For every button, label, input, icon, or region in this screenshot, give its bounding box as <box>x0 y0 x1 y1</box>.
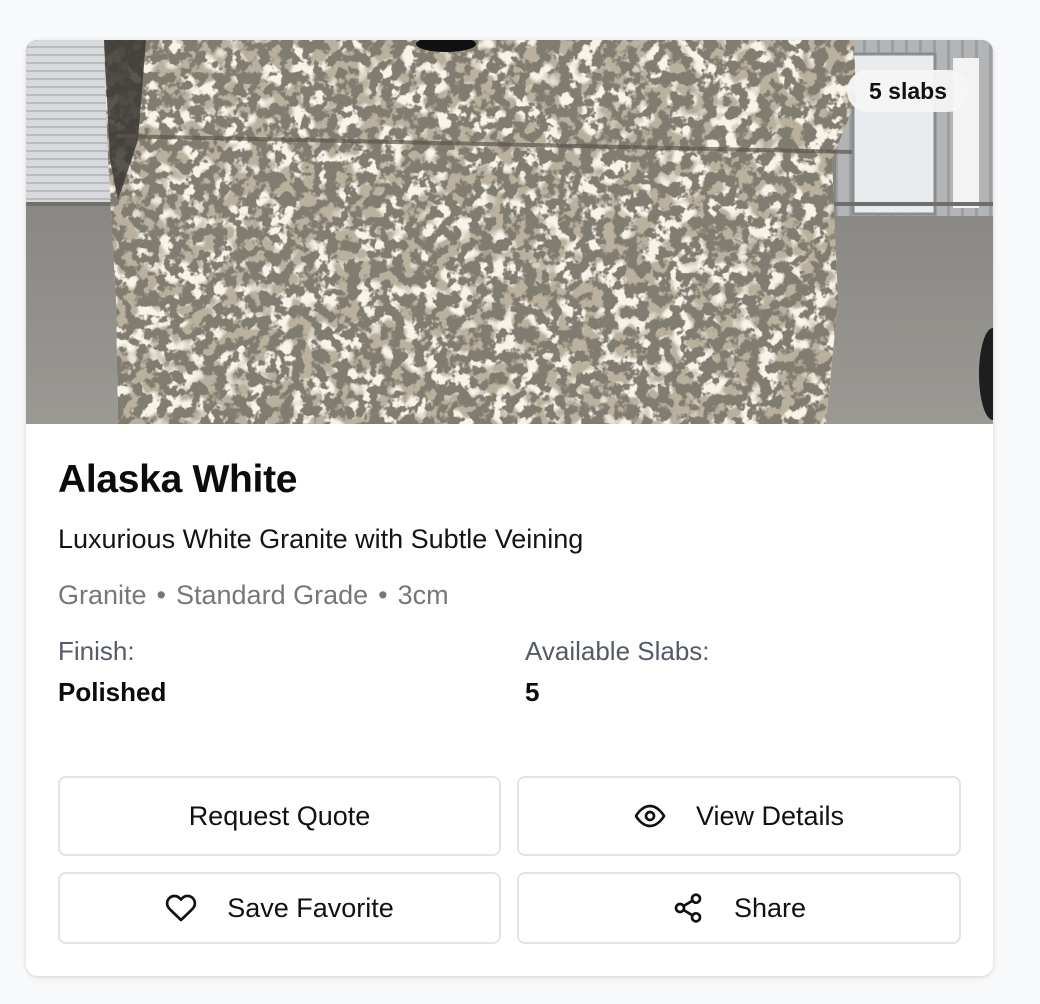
save-favorite-label: Save Favorite <box>227 892 394 923</box>
available-slabs-value: 5 <box>525 677 540 707</box>
meta-separator: • <box>378 580 388 610</box>
product-title: Alaska White <box>58 458 298 501</box>
finish-spec: Finish: Polished <box>58 636 166 708</box>
product-tagline: Luxurious White Granite with Subtle Vein… <box>58 524 584 554</box>
slab-image[interactable]: 5 slabs <box>26 40 993 424</box>
eye-icon <box>634 800 666 832</box>
request-quote-button[interactable]: Request Quote <box>58 776 501 856</box>
save-favorite-button[interactable]: Save Favorite <box>58 872 501 944</box>
share-button[interactable]: Share <box>517 872 961 944</box>
request-quote-label: Request Quote <box>188 800 371 831</box>
thickness: 3cm <box>397 580 449 610</box>
view-details-button[interactable]: View Details <box>517 776 961 856</box>
heart-icon <box>165 892 197 924</box>
share-label: Share <box>733 892 807 923</box>
finish-label: Finish: <box>58 636 135 666</box>
slab-count-badge: 5 slabs <box>847 70 969 112</box>
material-type: Granite <box>58 580 147 610</box>
product-card: 5 slabs Alaska White Luxurious White Gra… <box>26 40 993 976</box>
available-slabs-spec: Available Slabs: 5 <box>525 636 710 708</box>
view-details-label: View Details <box>695 800 845 831</box>
finish-value: Polished <box>58 677 167 707</box>
meta-separator: • <box>156 580 166 610</box>
available-slabs-label: Available Slabs: <box>525 636 710 666</box>
grade: Standard Grade <box>176 580 369 610</box>
product-meta: Granite • Standard Grade • 3cm <box>58 580 449 611</box>
share-icon <box>672 892 704 924</box>
